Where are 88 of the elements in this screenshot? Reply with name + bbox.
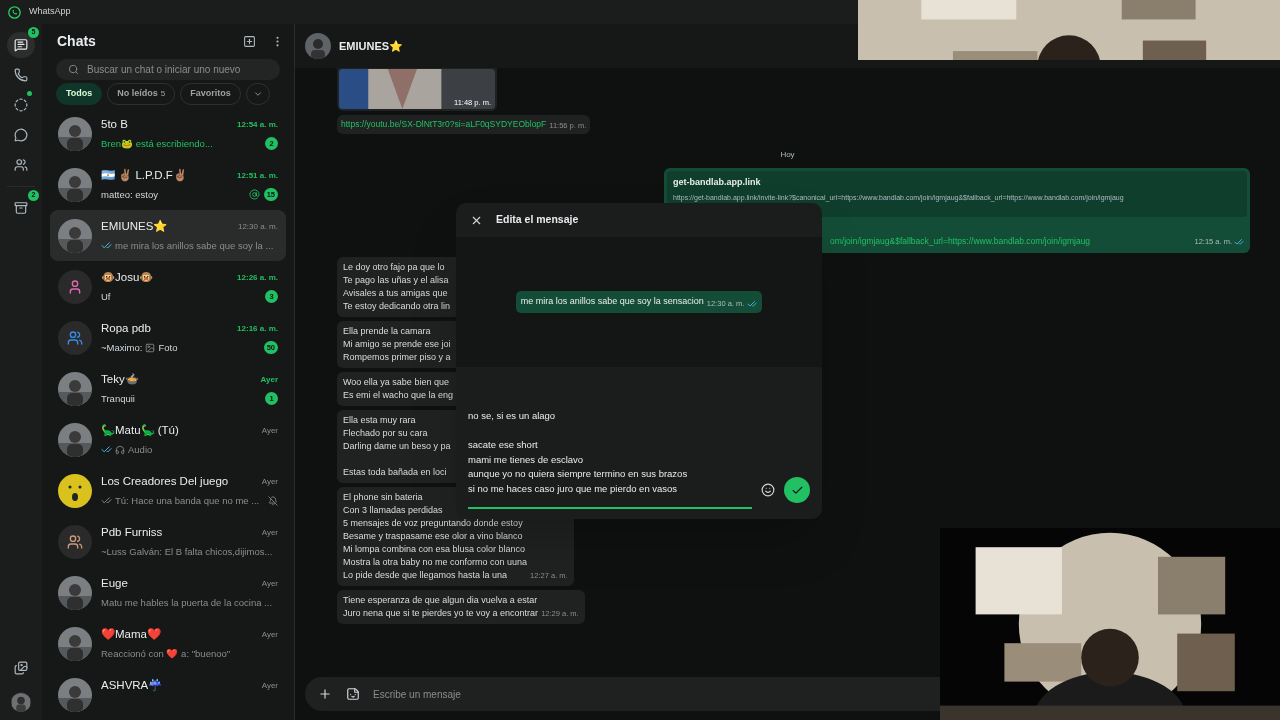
chat-time: 12:26 a. m. [237,272,278,284]
contact-name: EMIUNES⭐ [339,38,404,54]
headphones-icon [115,444,125,455]
window-title: WhatsApp [29,5,71,19]
media-label: Foto [158,340,178,355]
double-check-icon [101,444,112,456]
search-field[interactable]: Buscar un chat o iniciar uno nuevo [56,58,280,80]
chat-time: Ayer [261,527,278,539]
chat-name: 🦕Matu🦕 (Tú) [101,423,179,439]
attach-button[interactable] [317,686,333,702]
people-icon [14,158,28,172]
chat-bubble-icon [14,128,28,142]
chats-tab[interactable] [7,32,35,58]
chat-name: Los Creadores Del juego [101,474,229,490]
message-text: Le doy otro fajo pa que lo Te pago las uñas y el alisa Avisales a tus amigas que Te estoy dedicando otra lin [343,260,451,313]
chat-time: Ayer [261,476,278,488]
chat-list-item[interactable]: ASHVRA☔ Ayer [50,669,286,720]
message-text: me mira los anillos sabe que soy la sensacion [520,295,704,309]
status-icon [14,98,28,112]
chat-time: 12:16 a. m. [237,323,278,335]
search-input[interactable]: Buscar un chat o iniciar uno nuevo [87,61,268,77]
face-avatar-icon [58,473,92,508]
media-label: Audio [128,442,153,457]
chat-name: ❤Mama❤ [101,627,161,643]
chat-list-item[interactable]: Los Creadores Del juego Ayer Tú: Hace una banda que no me ... [50,465,286,516]
chat-list-item[interactable]: Euge Ayer Matu me hables la puerta de la cocina ... [50,567,286,618]
phone-icon [14,68,28,82]
double-check-icon [101,240,112,252]
chat-name: 5to B [101,117,128,133]
message-preview: me mira los anillos sabe que soy la ... [115,238,274,253]
sticker-button[interactable] [345,686,361,702]
chat-list-item[interactable]: ❤Mama❤ Ayer Reaccionó con ❤ a: "buenoo" [50,618,286,669]
chat-list-item[interactable]: Pdb Furniss Ayer ~Luss Galván: El B falta chicos,dijimos... [50,516,286,567]
message-preview: ~Luss Galván: El B falta chicos,dijimos... [101,544,273,559]
message-preview: Reaccionó con ❤ a: "buenoo" [101,646,231,661]
double-check-icon [101,495,112,507]
message-preview: ~Maximo: [101,340,143,355]
plus-icon [318,687,332,701]
chat-name: 🐵Josu🐵 [101,270,154,286]
app-logo-icon [8,5,21,19]
panel-title: Chats [57,31,96,51]
chat-name: Teky🍲 [101,372,139,388]
chat-name: Euge [101,576,128,592]
save-button[interactable] [784,477,810,503]
message-preview: Bren🐸 está escribiendo... [101,136,213,151]
message-input[interactable]: Escribe un mensaje [373,686,673,702]
chat-time: Ayer [261,425,278,437]
chat-list-item[interactable]: 🦕Matu🦕 (Tú) Ayer Audio [50,414,286,465]
chat-name: ASHVRA☔ [101,678,163,694]
message-text: Ella esta muy rara Flechado por su cara Darling dame un beso y pa Estas toda bañada en loci [343,413,451,479]
chat-time: 12:30 a. m. [237,221,278,233]
message-preview: Tranquii [101,391,135,406]
date-separator: Hoy [779,149,796,159]
filter-chip[interactable]: Todos [56,82,103,105]
chats-icon [14,38,28,52]
chat-time: 12:54 a. m. [237,119,278,131]
sticker-icon [346,687,360,701]
chat-time: Ayer [261,629,278,641]
message-preview: Matu me hables la puerta de la cocina ... [101,595,273,610]
chat-list-item[interactable]: EMIUNES⭐ 12:30 a. m. me mira los anillos sabe que soy la ... [50,210,286,261]
chat-time: Ayer [260,374,278,386]
chat-time: Ayer [261,680,278,692]
plus-square-icon [242,34,256,48]
chat-name: Ropa pdb [101,321,151,337]
smiley-icon [761,483,775,497]
chat-time: Ayer [261,578,278,590]
message-text: Woo ella ya sabe bien que Es emi el wacho que la eng [343,375,454,402]
emoji-button[interactable] [760,482,776,498]
double-check-icon [1234,236,1244,247]
chat-name: 🇦🇷 ✌🏽 L.P.D.F✌🏽 [101,168,187,184]
message-link[interactable]: https://youtu.be/SX-DlNtT3r0?si=aLF0qSYDYEOblopF [341,118,547,131]
chat-name: Pdb Furniss [101,525,163,541]
preview-site: get-bandlab.app.link [673,175,762,189]
archive-icon [14,201,28,215]
image-icon [145,342,156,353]
double-check-icon [747,298,758,309]
message-preview: Tú: Hace una banda que no me ... [115,493,260,508]
dialog-title: Edita el mensaje [496,212,579,228]
message-preview: matteo: estoy [101,187,159,202]
edit-text-field[interactable]: no se, si es un alago sacate ese short mami me tienes de esclavo aunque yo no quiera siempre termino en sus brazos si no me haces caso juro que me pierdo en vasos [468,409,752,509]
chat-time: 12:51 a. m. [237,170,278,182]
message-preview: Uf [101,289,111,304]
chat-name: EMIUNES⭐ [101,219,168,235]
message-link[interactable]: om/join/igmjaug&$fallback_url=https://www.bandlab.com/join/igmjaug [830,234,1091,248]
search-icon [68,63,79,75]
message-text: Tiene esperanza de que algun dia vuelva a estar Juro nena que si te pierdes yo te voy a encontrar [343,593,539,620]
images-icon [14,661,28,675]
message-text: Ella prende la camara Mi amigo se prende ese joi Rompemos primer piso y a [343,324,451,364]
